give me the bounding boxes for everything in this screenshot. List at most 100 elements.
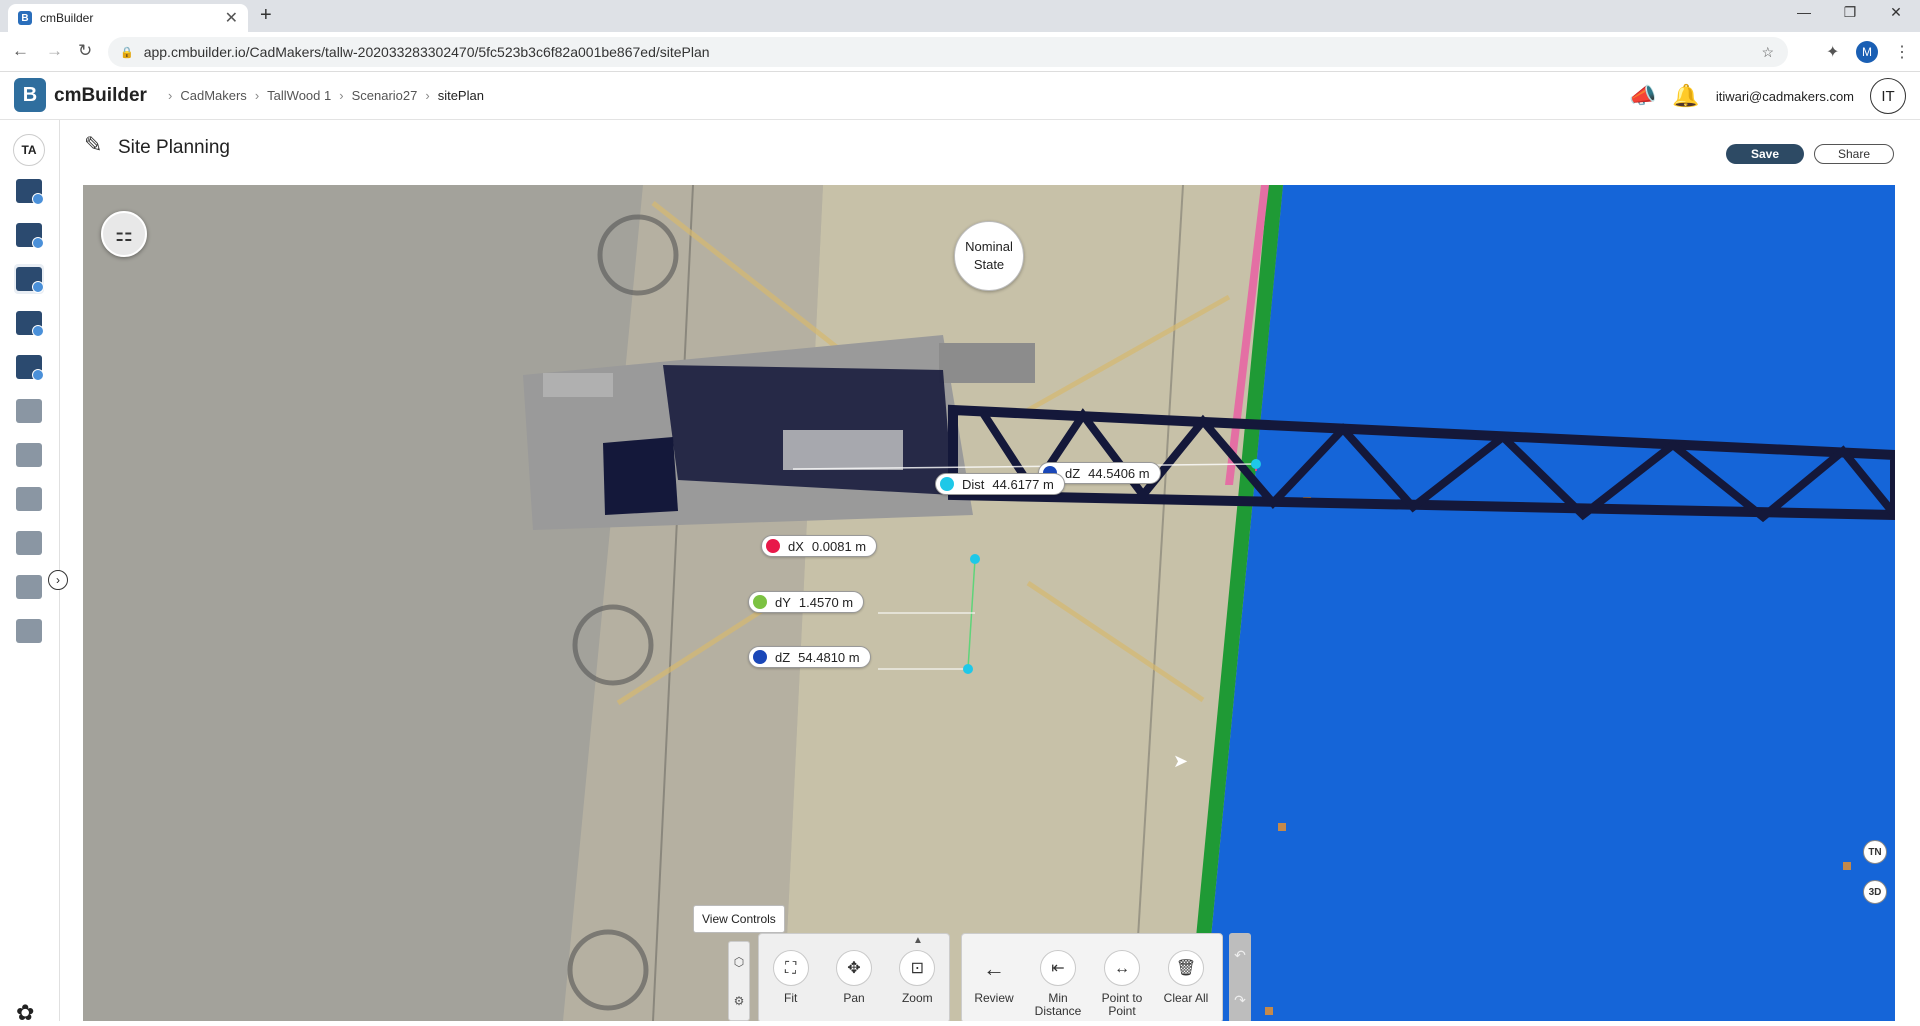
nominal-state-badge[interactable]: Nominal State <box>954 221 1024 291</box>
pencil-icon <box>16 267 44 293</box>
zoom-label: Zoom <box>901 991 933 1005</box>
measurement-dx[interactable]: dX 0.0081 m <box>761 535 878 557</box>
sidebar-item-site-planning[interactable] <box>14 264 44 294</box>
min-distance-label: Min Distance <box>1034 991 1082 1018</box>
measurement-dz[interactable]: dZ 54.4810 m <box>748 646 871 668</box>
min-distance-button[interactable]: ⇤ Min Distance <box>1026 950 1090 1018</box>
site-scene[interactable] <box>83 185 1895 1021</box>
point-to-point-button[interactable]: ↔ Point to Point <box>1090 950 1154 1018</box>
gear-icon[interactable]: ⚙ <box>734 994 745 1008</box>
sidebar-item-documents[interactable] <box>14 616 44 646</box>
tab-title: cmBuilder <box>40 11 94 25</box>
sidebar-item-analytics-1[interactable] <box>14 176 44 206</box>
bookmark-star-icon[interactable]: ☆ <box>1761 44 1774 61</box>
sidebar-item-layers[interactable] <box>14 352 44 382</box>
cmbuilder-logo[interactable]: B <box>14 78 46 112</box>
back-icon[interactable]: ← <box>12 41 29 61</box>
url-field[interactable]: 🔒 app.cmbuilder.io/CadMakers/tallw-20203… <box>108 37 1788 67</box>
breadcrumb-cadmakers[interactable]: CadMakers <box>180 88 246 103</box>
tab-close-icon[interactable]: ✕ <box>225 8 238 28</box>
true-north-button[interactable]: TN <box>1863 840 1887 864</box>
calendar-icon <box>16 311 44 337</box>
announcement-icon[interactable]: 📣 <box>1629 83 1656 109</box>
gear-icon <box>16 487 42 511</box>
extensions-icon[interactable]: ✦ <box>1826 42 1839 62</box>
window-close-icon[interactable]: ✕ <box>1876 4 1916 21</box>
measurement-dist[interactable]: Dist 44.6177 m <box>935 473 1065 495</box>
apps-grid-icon[interactable]: ✿ <box>16 1000 34 1026</box>
sidebar-item-schedule[interactable] <box>14 308 44 338</box>
sidebar-item-reports[interactable] <box>14 572 44 602</box>
chevron-right-icon: › <box>168 88 173 103</box>
caret-up-icon[interactable]: ▲ <box>913 935 923 946</box>
share-button[interactable]: Share <box>1814 144 1894 164</box>
measurement-dy[interactable]: dY 1.4570 m <box>748 591 865 613</box>
user-avatar[interactable]: IT <box>1870 78 1906 114</box>
favicon-icon: B <box>18 11 32 25</box>
dz-dot-icon <box>753 650 767 664</box>
sidebar-item-sheets[interactable] <box>14 440 44 470</box>
clear-all-button[interactable]: 🗑 Clear All <box>1154 950 1218 1005</box>
browser-profile-avatar[interactable]: M <box>1856 41 1878 63</box>
analytics-icon <box>16 223 44 249</box>
sidebar-item-tools[interactable] <box>14 396 44 426</box>
crane-vent <box>543 373 613 397</box>
roof-marker <box>1843 862 1851 870</box>
measure-label: Dist <box>962 476 985 492</box>
building-roof <box>1203 185 1895 1021</box>
measure-point[interactable] <box>970 554 980 564</box>
model-tree-button[interactable]: ⚏ <box>101 211 147 257</box>
cursor-icon: ➤ <box>1173 751 1189 771</box>
address-bar: ← → ↻ 🔒 app.cmbuilder.io/CadMakers/tallw… <box>0 32 1920 72</box>
pan-button[interactable]: ✥ Pan <box>822 950 885 1005</box>
point-to-point-label: Point to Point <box>1101 991 1143 1018</box>
3d-view-button[interactable]: 3D <box>1863 880 1887 904</box>
measure-point[interactable] <box>1251 459 1261 469</box>
measure-tools-group: ← Review ⇤ Min Distance ↔ Point to Point… <box>961 933 1223 1021</box>
bell-icon[interactable]: 🔔 <box>1672 83 1699 109</box>
zoom-icon: ⊡ <box>899 950 936 986</box>
sidebar-item-workflow[interactable] <box>14 528 44 558</box>
cube-icon[interactable]: ⬡ <box>734 955 744 969</box>
zoom-button[interactable]: ⊡ Zoom <box>886 950 949 1005</box>
browser-tab-bar: B cmBuilder ✕ + — ❐ ✕ <box>0 0 1920 32</box>
restore-icon[interactable]: ❐ <box>1830 4 1870 21</box>
project-badge[interactable]: TA <box>13 134 45 166</box>
user-email[interactable]: itiwari@cadmakers.com <box>1716 89 1854 104</box>
left-sidebar: TA ✿ <box>0 120 60 1025</box>
measure-value: 54.4810 m <box>798 649 860 665</box>
fit-button[interactable]: ⛶ Fit <box>759 950 822 1005</box>
undo-icon[interactable]: ↶ <box>1234 947 1246 964</box>
pan-icon: ✥ <box>835 950 872 986</box>
reload-icon[interactable]: ↻ <box>78 41 92 61</box>
lock-icon: 🔒 <box>120 46 134 59</box>
review-label: Review <box>974 991 1014 1005</box>
measure-point[interactable] <box>963 664 973 674</box>
point-to-point-icon: ↔ <box>1104 950 1140 986</box>
measure-value: 0.0081 m <box>811 538 867 554</box>
review-button[interactable]: ← Review <box>962 950 1026 1005</box>
browser-tab[interactable]: B cmBuilder ✕ <box>8 4 248 32</box>
report-icon <box>16 575 42 599</box>
layers-icon <box>16 355 44 381</box>
minimize-icon[interactable]: — <box>1784 4 1824 20</box>
sidebar-item-analytics-2[interactable] <box>14 220 44 250</box>
view-controls-tooltip: View Controls <box>693 905 785 933</box>
forward-icon[interactable]: → <box>46 41 63 61</box>
breadcrumb-scenario[interactable]: Scenario27 <box>352 88 418 103</box>
breadcrumb-tallwood[interactable]: TallWood 1 <box>267 88 331 103</box>
measure-value: 1.4570 m <box>798 594 854 610</box>
browser-menu-icon[interactable]: ⋮ <box>1894 42 1910 62</box>
save-button[interactable]: Save <box>1726 144 1804 164</box>
roof-marker <box>1265 1007 1273 1015</box>
new-tab-button[interactable]: + <box>260 4 272 27</box>
view-mode-column: ⬡ ⚙ <box>728 941 750 1021</box>
sidebar-expand-icon[interactable]: › <box>48 570 68 590</box>
3d-viewport[interactable]: ⚏ Nominal State dZ 44.5406 m Dist 44.6177… <box>83 185 1895 1021</box>
view-controls-group: ⛶ Fit ✥ Pan ⊡ Zoom <box>758 933 950 1021</box>
analytics-icon <box>16 179 44 205</box>
clear-all-label: Clear All <box>1163 991 1209 1005</box>
redo-icon[interactable]: ↷ <box>1234 992 1246 1009</box>
dist-dot-icon <box>940 477 954 491</box>
sidebar-item-settings[interactable] <box>14 484 44 514</box>
